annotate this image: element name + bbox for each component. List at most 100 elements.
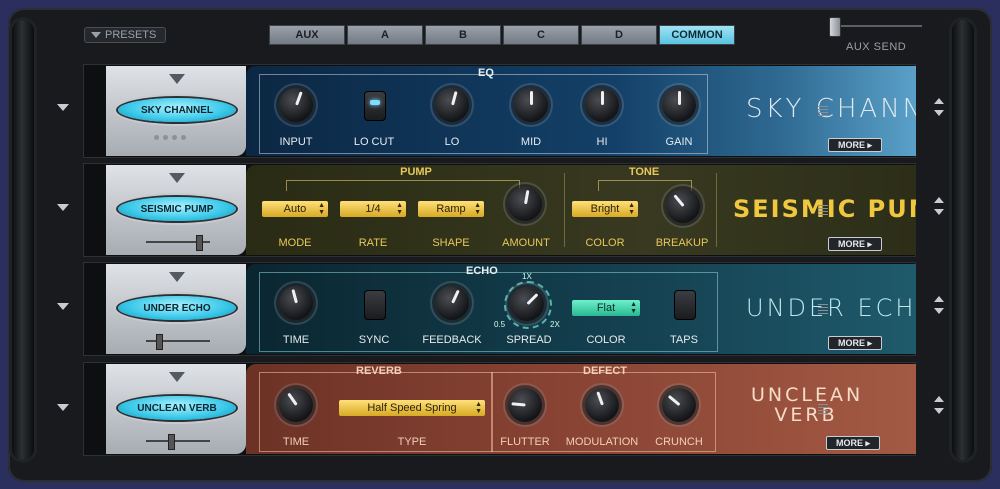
effect-title-line2: VERB [774, 404, 838, 426]
color-value: Bright [590, 203, 620, 215]
more-button[interactable]: MORE ▸ [826, 436, 880, 450]
flutter-knob[interactable] [508, 388, 542, 422]
echo-section: ECHO [259, 265, 718, 352]
breakup-label: BREAKUP [655, 237, 709, 249]
section-divider [716, 173, 717, 247]
drag-handle-icon[interactable] [818, 404, 828, 416]
lo-cut-switch[interactable] [364, 91, 386, 121]
tab-b[interactable]: B [425, 25, 501, 45]
chevron-down-icon[interactable] [169, 272, 185, 282]
mix-slider[interactable] [146, 334, 210, 350]
gain-label: GAIN [665, 136, 693, 148]
modulation-knob[interactable] [585, 388, 619, 422]
tab-d[interactable]: D [581, 25, 657, 45]
under-echo-controls: ECHO TIME SYNC FEEDBACK 1X 0.5 2X SPREAD… [246, 264, 916, 354]
effect-select-sky[interactable]: SKY CHANNEL [118, 98, 236, 122]
presets-button[interactable]: PRESETS [84, 27, 166, 43]
tab-a[interactable]: A [347, 25, 423, 45]
type-dropdown[interactable]: Half Speed Spring ▲ ▼ [339, 400, 485, 416]
move-down-icon[interactable] [934, 209, 944, 215]
spread-knob[interactable] [510, 287, 544, 321]
tab-c[interactable]: C [503, 25, 579, 45]
move-up-icon[interactable] [934, 396, 944, 402]
eq-section: EQ [259, 67, 708, 154]
drag-handle-icon[interactable] [818, 106, 828, 118]
move-down-icon[interactable] [934, 110, 944, 116]
effect-select-pump[interactable]: SEISMIC PUMP [118, 197, 236, 221]
effect-title: UNDER ECHO [746, 294, 916, 322]
row-expand-arrow-verb[interactable] [57, 404, 69, 411]
effect-select-echo[interactable]: UNDER ECHO [118, 296, 236, 320]
reverb-time-label: TIME [282, 436, 310, 448]
channel-tabs: AUX A B C D COMMON [269, 25, 735, 45]
rate-label: RATE [358, 237, 388, 249]
mid-knob[interactable] [514, 88, 548, 122]
taps-switch[interactable] [674, 290, 696, 320]
move-arrows-echo [934, 296, 946, 314]
more-button[interactable]: MORE ▸ [828, 237, 882, 251]
type-label: TYPE [397, 436, 427, 448]
time-label: TIME [282, 334, 310, 346]
rate-dropdown[interactable]: 1/4 ▲ ▼ [340, 201, 406, 217]
move-down-icon[interactable] [934, 308, 944, 314]
chevron-down-icon[interactable] [169, 372, 185, 382]
move-up-icon[interactable] [934, 98, 944, 104]
presets-label: PRESETS [105, 29, 157, 41]
mix-slider[interactable] [146, 235, 210, 251]
shape-label: SHAPE [432, 237, 470, 249]
row-expand-arrow-sky[interactable] [57, 104, 69, 111]
breakup-knob[interactable] [666, 189, 700, 223]
section-divider [564, 173, 565, 247]
aux-send-slider-track[interactable] [830, 25, 922, 27]
hi-knob[interactable] [585, 88, 619, 122]
mix-slider[interactable] [146, 434, 210, 450]
aux-send-slider-thumb[interactable] [829, 17, 841, 37]
color-label: COLOR [585, 237, 625, 249]
echo-color-value: Flat [596, 302, 616, 314]
tone-section-title: TONE [628, 166, 660, 178]
amount-knob[interactable] [508, 187, 542, 221]
color-dropdown[interactable]: Bright ▲ ▼ [572, 201, 638, 217]
move-up-icon[interactable] [934, 296, 944, 302]
seismic-pump-controls: PUMP Auto ▲ ▼ MODE 1/4 ▲ ▼ RATE Ramp ▲ ▼ SHAPE… [246, 165, 916, 255]
crunch-knob[interactable] [662, 388, 696, 422]
row-expand-arrow-pump[interactable] [57, 204, 69, 211]
taps-label: TAPS [670, 334, 698, 346]
move-up-icon[interactable] [934, 197, 944, 203]
effect-select-verb[interactable]: UNCLEAN VERB [118, 396, 236, 420]
row-under-echo: UNDER ECHO ECHO TIME SYNC FEEDBACK 1X 0.… [83, 262, 916, 356]
time-knob[interactable] [279, 286, 313, 320]
feedback-knob[interactable] [435, 286, 469, 320]
row-expand-arrow-echo[interactable] [57, 303, 69, 310]
crunch-label: CRUNCH [655, 436, 703, 448]
tab-common[interactable]: COMMON [659, 25, 735, 45]
effect-title-line1: UNCLEAN [751, 384, 864, 406]
spread-tick-2x: 2X [550, 320, 560, 329]
feedback-label: FEEDBACK [422, 334, 482, 346]
more-button[interactable]: MORE ▸ [828, 336, 882, 350]
sky-channel-controls: EQ INPUT LO CUT LO MID HI GAIN SKY CHANN… [246, 66, 916, 156]
reverb-section-title: REVERB [356, 365, 402, 377]
gain-knob[interactable] [662, 88, 696, 122]
tab-aux[interactable]: AUX [269, 25, 345, 45]
move-arrows-sky [934, 98, 946, 116]
input-knob[interactable] [279, 88, 313, 122]
lo-knob[interactable] [435, 88, 469, 122]
more-button[interactable]: MORE ▸ [828, 138, 882, 152]
mode-dropdown[interactable]: Auto ▲ ▼ [262, 201, 328, 217]
move-down-icon[interactable] [934, 408, 944, 414]
row-seismic-pump: SEISMIC PUMP PUMP Auto ▲ ▼ MODE 1/4 ▲ ▼ RATE… [83, 163, 916, 257]
mid-label: MID [520, 136, 542, 148]
drag-handle-icon[interactable] [818, 205, 828, 217]
reverb-time-knob[interactable] [279, 388, 313, 422]
shape-dropdown[interactable]: Ramp ▲ ▼ [418, 201, 484, 217]
drag-handle-icon[interactable] [818, 304, 828, 316]
chevron-down-icon [91, 32, 101, 38]
echo-color-dropdown[interactable]: Flat ▲ ▼ [572, 300, 640, 316]
pump-bracket [286, 180, 520, 191]
aux-send-label: AUX SEND [846, 41, 907, 53]
sync-switch[interactable] [364, 290, 386, 320]
chevron-down-icon[interactable] [169, 173, 185, 183]
chevron-down-icon[interactable] [169, 74, 185, 84]
slot-panel-pump: SEISMIC PUMP [106, 165, 246, 255]
